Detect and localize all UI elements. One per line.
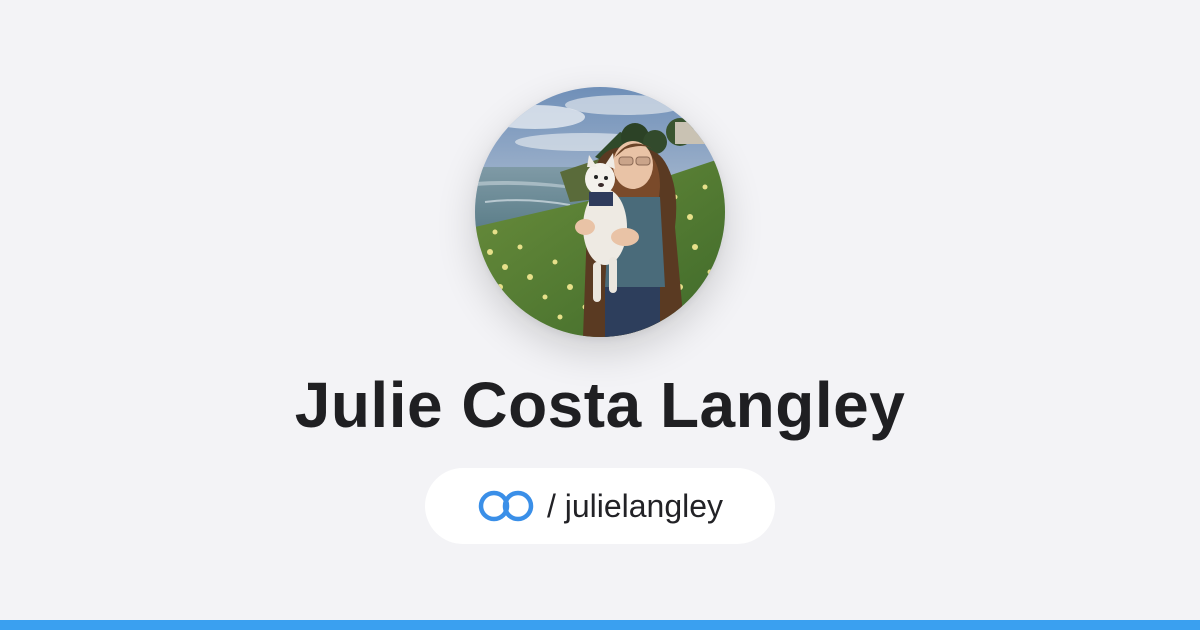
linked-rings-icon <box>478 490 534 522</box>
profile-handle-pill[interactable]: / julielangley <box>425 468 775 544</box>
profile-handle: / julielangley <box>546 488 724 524</box>
bottom-accent-bar <box>0 620 1200 630</box>
avatar <box>475 87 725 337</box>
profile-name: Julie Costa Langley <box>294 369 906 441</box>
profile-photo <box>475 87 725 337</box>
